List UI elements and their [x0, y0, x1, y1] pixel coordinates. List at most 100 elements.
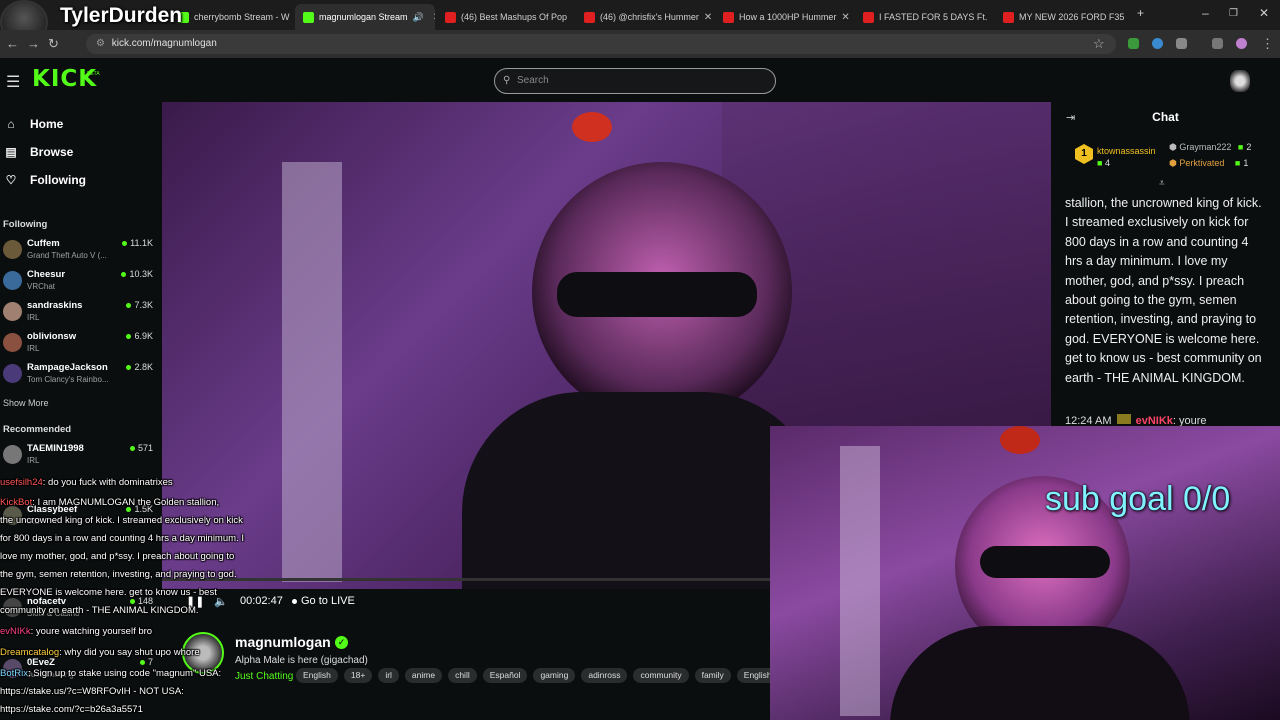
beta-label: BETA	[87, 71, 100, 77]
close-window-icon[interactable]: ✕	[1259, 6, 1269, 20]
search-placeholder: Search	[517, 75, 549, 86]
tag[interactable]: chill	[448, 668, 477, 683]
overlay-chat-line: the uncrowned king of kick. I streamed e…	[0, 515, 243, 526]
avatar	[3, 445, 22, 464]
tab-cherrybomb[interactable]: cherrybomb Stream - W ✕	[170, 4, 290, 30]
channel-category: VRChat	[27, 282, 56, 291]
top-gifter[interactable]: 1 ktownassassin ■ 4	[1075, 144, 1156, 168]
user-avatar[interactable]	[1230, 70, 1250, 92]
sidebar-item-label: Browse	[30, 145, 74, 159]
url-text: kick.com/magnumlogan	[111, 38, 217, 49]
tag[interactable]: 18+	[343, 668, 373, 683]
tag[interactable]: anime	[404, 668, 443, 683]
following-channel[interactable]: Cheesur VRChat 10.3K	[3, 267, 155, 295]
tab-chrisfix[interactable]: (46) @chrisfix's Hummer ✕	[576, 4, 711, 30]
search-input[interactable]: ⚲ Search	[494, 68, 776, 94]
gift-badge-icon: ⬢	[1169, 142, 1177, 152]
close-tab-icon[interactable]: ✕	[704, 12, 711, 23]
url-field[interactable]: ⚙ kick.com/magnumlogan	[86, 34, 1116, 54]
kick-logo[interactable]: KICK	[32, 66, 97, 92]
red-object	[1000, 426, 1040, 454]
tab-magnumlogan[interactable]: magnumlogan Stream 🔊 ✕	[295, 4, 435, 30]
tag[interactable]: adinross	[581, 668, 628, 683]
chat-title: Chat	[1152, 110, 1179, 124]
tab-label: MY NEW 2026 FORD F35	[1019, 12, 1125, 22]
overlay-chat-line: the gym, semen retention, investing, and…	[0, 569, 237, 580]
tag[interactable]: Español	[482, 668, 528, 683]
channel-name: Cuffem	[27, 238, 60, 249]
extensions-puzzle-icon[interactable]	[1176, 38, 1187, 49]
recommended-channel[interactable]: TAEMIN1998 IRL 571	[3, 441, 155, 469]
extension-icon[interactable]	[1152, 38, 1163, 49]
browser-tab-bar: cherrybomb Stream - W ✕ magnumlogan Stre…	[0, 0, 1280, 44]
close-tab-icon[interactable]: ✕	[1129, 12, 1130, 23]
show-more-link[interactable]: Show More	[3, 398, 49, 408]
tab-hummer[interactable]: How a 1000HP Hummer ✕	[715, 4, 850, 30]
viewer-count: 7.3K	[126, 300, 153, 310]
expand-gifters-icon[interactable]: ⩡	[1159, 178, 1165, 189]
profile-icon[interactable]	[1236, 38, 1247, 49]
streamer-body	[462, 392, 822, 589]
following-channel[interactable]: RampageJackson Tom Clancy's Rainbo... 2.…	[3, 360, 155, 388]
channel-name: Cheesur	[27, 269, 66, 280]
tab-label: How a 1000HP Hummer	[739, 12, 837, 22]
channel-category: IRL	[27, 456, 40, 465]
user-badge-icon	[1116, 414, 1131, 424]
tab-label: (46) Best Mashups Of Pop	[461, 12, 568, 22]
site-info-icon[interactable]: ⚙	[96, 38, 105, 49]
stream-category[interactable]: Just Chatting	[235, 671, 293, 682]
speaker-icon[interactable]: 🔊	[413, 12, 424, 23]
streamer-name[interactable]: magnumlogan	[235, 634, 331, 650]
sidebar-item-browse[interactable]: ▤ Browse	[4, 141, 73, 163]
forward-icon[interactable]: →	[27, 36, 40, 51]
sidebar-item-home[interactable]: ⌂ Home	[4, 113, 63, 135]
close-tab-icon[interactable]: ✕	[841, 12, 849, 23]
tag[interactable]: community	[633, 668, 689, 683]
browser-menu-icon[interactable]: ⋮	[1261, 36, 1274, 52]
extension-icon[interactable]	[1128, 38, 1139, 49]
tag[interactable]: English	[296, 668, 338, 683]
overlay-chat-line: usefsilh24: do you fuck with dominatrixe…	[0, 477, 173, 488]
viewer-count: 11.1K	[122, 238, 153, 248]
following-channel[interactable]: oblivionsw IRL 6.9K	[3, 329, 155, 357]
back-icon[interactable]: ←	[6, 36, 19, 51]
bookmark-star-icon[interactable]: ☆	[1093, 36, 1105, 52]
channel-category: IRL	[27, 313, 40, 322]
recommended-heading: Recommended	[3, 424, 72, 435]
following-channel[interactable]: Cuffem Grand Theft Auto V (... 11.1K	[3, 236, 155, 264]
live-dot-icon	[292, 598, 297, 604]
reload-icon[interactable]: ↻	[48, 36, 59, 52]
minimize-icon[interactable]: –	[1202, 6, 1209, 20]
tab-fasted[interactable]: I FASTED FOR 5 DAYS Ft. ✕	[855, 4, 990, 30]
new-tab-icon[interactable]: +	[1137, 6, 1144, 20]
overlay-chat-line: https://stake.com/?c=b26a3a5571	[0, 704, 143, 715]
tab-label: I FASTED FOR 5 DAYS Ft.	[879, 12, 988, 22]
sidebar-item-following[interactable]: ♡ Following	[4, 169, 86, 191]
gift-badge-icon: ⬢	[1169, 158, 1177, 168]
youtube-favicon-icon	[863, 11, 874, 23]
close-tab-icon[interactable]: ✕	[433, 12, 435, 23]
go-to-live-button[interactable]: Go to LIVE	[292, 595, 355, 607]
stream-tags: English 18+ irl anime chill Español gami…	[296, 668, 815, 683]
player-controls: ❚❚ 🔈 00:02:47 Go to LIVE	[162, 589, 772, 617]
tab-ford[interactable]: MY NEW 2026 FORD F35 ✕	[995, 4, 1130, 30]
tab-best-mashups[interactable]: (46) Best Mashups Of Pop ✕	[437, 4, 572, 30]
channel-category: Tom Clancy's Rainbo...	[27, 375, 109, 384]
tag[interactable]: irl	[378, 668, 399, 683]
overlay-chat-line: for 800 days in a row and counting 4 hrs…	[0, 533, 244, 544]
media-control-icon[interactable]	[1212, 38, 1223, 49]
tag[interactable]: family	[694, 668, 731, 683]
overlay-chat-line: Dreamcatalog: why did you say shut upo w…	[0, 647, 200, 658]
tag[interactable]: gaming	[533, 668, 576, 683]
top-gifter[interactable]: ⬢ Grayman222 ■ 2	[1169, 142, 1251, 153]
gift-rank-icon: 1	[1075, 144, 1093, 164]
maximize-icon[interactable]: ❐	[1229, 8, 1238, 19]
following-channel[interactable]: sandraskins IRL 7.3K	[3, 298, 155, 326]
search-icon: ⚲	[503, 75, 511, 86]
overlay-chat-line: KickBot: I am MAGNUMLOGAN the Golden sta…	[0, 497, 220, 508]
overlay-username: TylerDurden	[60, 4, 183, 27]
top-gifter[interactable]: ⬢ Perktivated ■ 1	[1169, 158, 1248, 169]
lamp-shape	[282, 162, 342, 582]
hamburger-menu-icon[interactable]: ☰	[6, 72, 20, 92]
avatar	[3, 302, 22, 321]
